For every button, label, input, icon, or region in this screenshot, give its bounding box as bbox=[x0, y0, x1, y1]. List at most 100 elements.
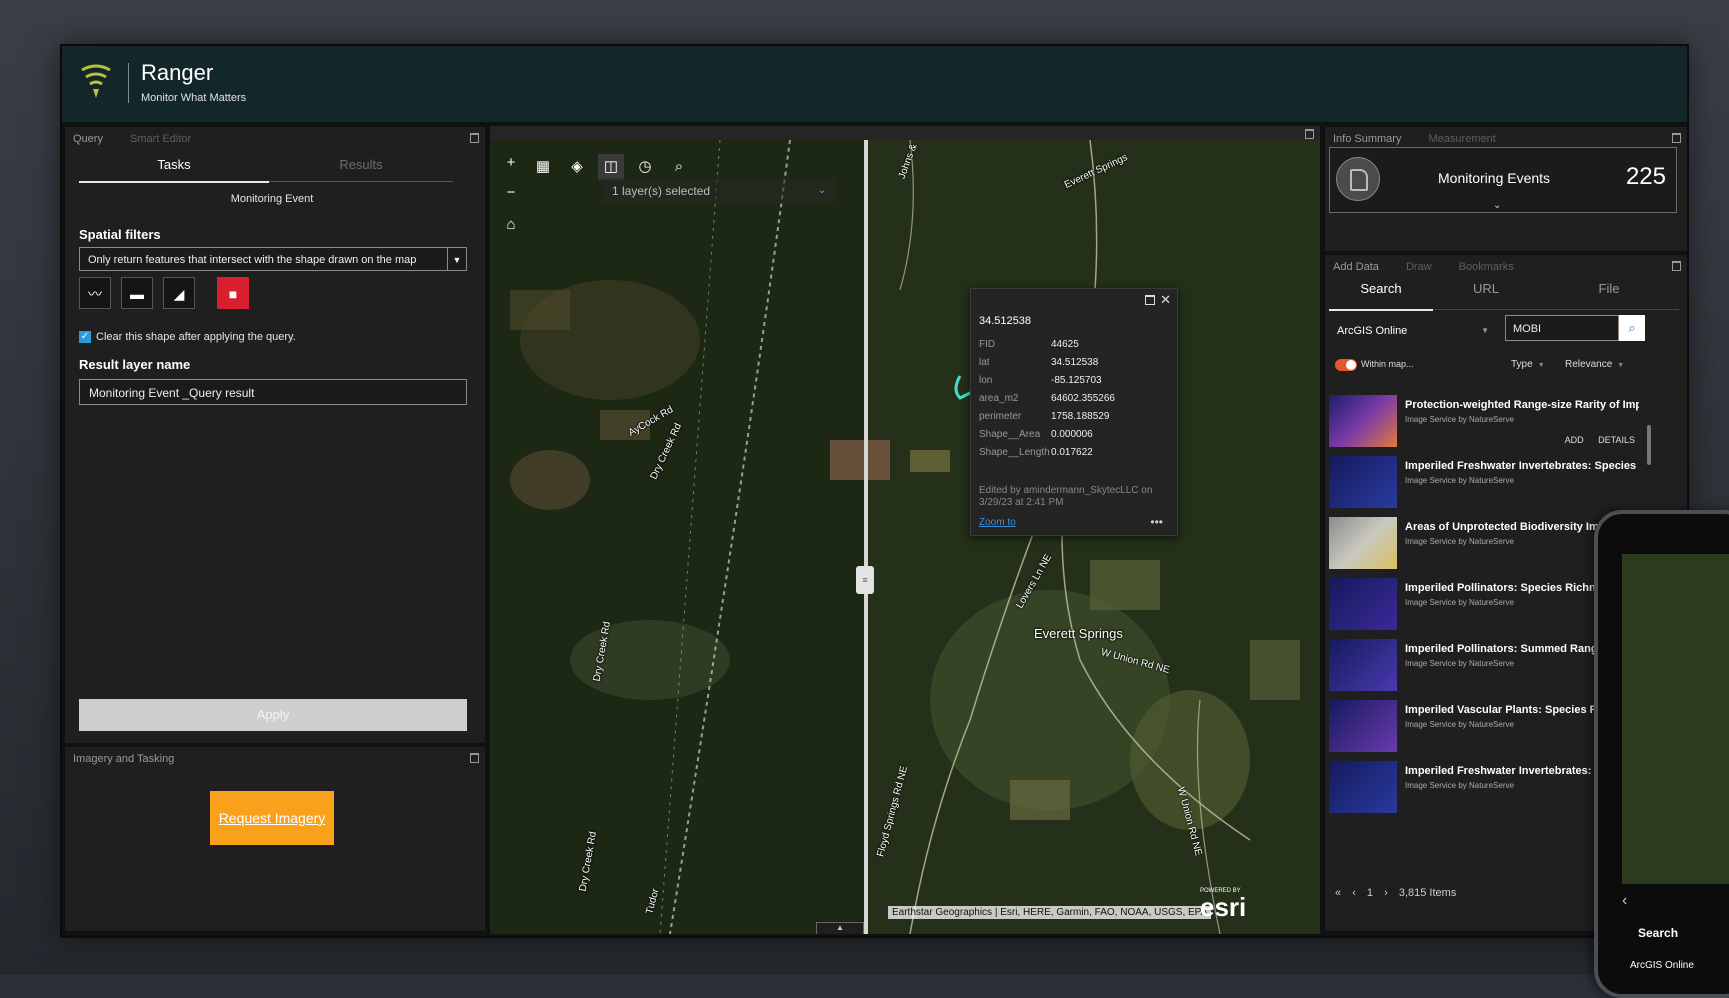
source-value: ArcGIS Online bbox=[1337, 325, 1408, 337]
prev-page-icon[interactable]: ‹ bbox=[1352, 887, 1356, 899]
tab-add-data[interactable]: Add Data bbox=[1333, 261, 1379, 273]
rectangle-icon: ▬ bbox=[130, 286, 144, 302]
next-page-icon[interactable]: › bbox=[1384, 887, 1388, 899]
layer-icon bbox=[1336, 157, 1380, 201]
first-page-icon[interactable]: « bbox=[1335, 887, 1341, 899]
tab-results[interactable]: Results bbox=[269, 157, 453, 182]
result-thumbnail bbox=[1329, 578, 1397, 630]
maximize-icon[interactable] bbox=[470, 753, 479, 763]
type-filter-label: Type bbox=[1511, 359, 1533, 370]
tab-measurement[interactable]: Measurement bbox=[1429, 133, 1496, 145]
search-input[interactable]: MOBI bbox=[1505, 315, 1619, 341]
tab-tasks[interactable]: Tasks bbox=[79, 157, 269, 183]
attribute-key: Shape__Length bbox=[979, 447, 1050, 458]
tab-file[interactable]: File bbox=[1539, 281, 1679, 310]
chevron-up-icon[interactable]: ▲ bbox=[816, 922, 864, 934]
maximize-icon[interactable] bbox=[1672, 133, 1681, 143]
attribute-row: perimeter 1758.188529 bbox=[979, 411, 1115, 429]
time-slider-icon[interactable]: ◷ bbox=[632, 154, 658, 180]
popup-maximize-icon[interactable] bbox=[1145, 295, 1155, 305]
search-icon: ⌕ bbox=[1628, 320, 1636, 335]
result-thumbnail bbox=[1329, 456, 1397, 508]
draw-freehand-polygon-button[interactable]: ◢ bbox=[163, 277, 195, 309]
chevron-down-icon: ⌄ bbox=[817, 185, 826, 196]
maximize-icon[interactable] bbox=[1305, 129, 1314, 139]
data-panel-tabs: Add Data Draw Bookmarks bbox=[1333, 261, 1538, 273]
result-layer-name-input[interactable]: Monitoring Event _Query result bbox=[79, 379, 467, 405]
result-title: Imperiled Freshwater Invertebrates: Spec… bbox=[1405, 460, 1639, 472]
result-subtitle: Image Service by NatureServe bbox=[1405, 598, 1514, 607]
tab-bookmarks[interactable]: Bookmarks bbox=[1459, 261, 1514, 273]
query-panel: Query Smart Editor Tasks Results Monitor… bbox=[64, 126, 486, 744]
draw-rectangle-button[interactable]: ▬ bbox=[121, 277, 153, 309]
imagery-title: Imagery and Tasking bbox=[73, 753, 175, 765]
maximize-icon[interactable] bbox=[1672, 261, 1681, 271]
tab-url[interactable]: URL bbox=[1433, 281, 1539, 310]
close-icon[interactable]: ✕ bbox=[1160, 292, 1171, 308]
layers-icon[interactable]: ◈ bbox=[564, 154, 590, 180]
search-button[interactable]: ⌕ bbox=[1619, 315, 1645, 341]
popup-edit-info: Edited by amindermann_SkytecLLC on 3/29/… bbox=[979, 485, 1153, 508]
info-panel-tabs: Info Summary Measurement bbox=[1333, 133, 1520, 145]
within-map-label: Within map... bbox=[1361, 359, 1414, 369]
clear-shape-option[interactable]: ✓ Clear this shape after applying the que… bbox=[79, 331, 296, 344]
phone-source: ArcGIS Online bbox=[1630, 960, 1694, 971]
zoom-to-link[interactable]: Zoom to bbox=[979, 517, 1016, 528]
search-icon[interactable]: ⌕ bbox=[666, 154, 692, 180]
phone-mockup: ‹ Search ArcGIS Online bbox=[1594, 510, 1729, 998]
within-map-toggle[interactable] bbox=[1335, 359, 1357, 371]
tab-query[interactable]: Query bbox=[73, 133, 103, 145]
results-scrollbar[interactable] bbox=[1647, 425, 1651, 465]
popup-attributes: FID 44625 lat 34.512538 lon -85.125703 area… bbox=[979, 339, 1115, 465]
header-divider bbox=[128, 63, 129, 103]
details-button[interactable]: DETAILS bbox=[1598, 435, 1635, 445]
attribute-value: 0.017622 bbox=[1051, 447, 1093, 458]
more-actions-icon[interactable]: ••• bbox=[1150, 515, 1163, 529]
monitoring-events-card[interactable]: Monitoring Events 225 ⌄ bbox=[1329, 147, 1677, 213]
clear-shape-checkbox[interactable]: ✓ bbox=[79, 331, 91, 344]
result-subtitle: Image Service by NatureServe bbox=[1405, 781, 1514, 790]
type-filter[interactable]: Type ▼ bbox=[1511, 359, 1545, 370]
request-imagery-button[interactable]: Request Imagery bbox=[210, 791, 334, 845]
source-select[interactable]: ArcGIS Online ▼ bbox=[1337, 321, 1489, 341]
draw-polyline-button[interactable]: 〰 bbox=[79, 277, 111, 309]
zoom-in-button[interactable]: + bbox=[498, 150, 524, 176]
tab-info-summary[interactable]: Info Summary bbox=[1333, 133, 1401, 145]
place-label: Everett Springs bbox=[1034, 626, 1123, 641]
delete-shape-button[interactable]: ■ bbox=[217, 277, 249, 309]
attribute-row: Shape__Area 0.000006 bbox=[979, 429, 1115, 447]
swipe-layer-selector[interactable]: 1 layer(s) selected ⌄ bbox=[602, 178, 836, 204]
add-button[interactable]: ADD bbox=[1565, 435, 1584, 445]
result-thumbnail bbox=[1329, 517, 1397, 569]
trash-icon: ■ bbox=[228, 286, 238, 302]
swipe-handle[interactable]: ≡ bbox=[856, 566, 874, 594]
result-thumbnail bbox=[1329, 395, 1397, 447]
attribute-value: 64602.355266 bbox=[1051, 393, 1115, 404]
result-item[interactable]: Protection-weighted Range-size Rarity of… bbox=[1329, 393, 1641, 453]
swipe-icon[interactable]: ◫ bbox=[598, 154, 624, 180]
tab-draw[interactable]: Draw bbox=[1406, 261, 1432, 273]
attribute-row: area_m2 64602.355266 bbox=[979, 393, 1115, 411]
feature-popup: ✕ 34.512538 FID 44625 lat 34.512538 lon -85… bbox=[970, 288, 1178, 536]
spatial-filter-select[interactable]: Only return features that intersect with… bbox=[79, 247, 467, 271]
map-view[interactable]: + − ⌂ ▦ ◈ ◫ ◷ ⌕ 1 layer(s) selected ⌄ Ay… bbox=[490, 126, 1320, 934]
result-thumbnail bbox=[1329, 761, 1397, 813]
tab-smart-editor[interactable]: Smart Editor bbox=[130, 133, 191, 145]
chevron-down-icon[interactable]: ⌄ bbox=[1493, 200, 1501, 211]
home-icon[interactable]: ⌂ bbox=[498, 212, 524, 238]
zoom-out-button[interactable]: − bbox=[498, 180, 524, 206]
current-page: 1 bbox=[1366, 887, 1374, 899]
maximize-icon[interactable] bbox=[470, 133, 479, 143]
swipe-divider[interactable] bbox=[864, 140, 868, 934]
map-attribution: Earthstar Geographics | Esri, HERE, Garm… bbox=[888, 906, 1212, 919]
result-thumbnail bbox=[1329, 700, 1397, 752]
apply-button[interactable]: Apply bbox=[79, 699, 467, 731]
result-item[interactable]: Imperiled Freshwater Invertebrates: Spec… bbox=[1329, 454, 1641, 514]
result-actions: ADD DETAILS bbox=[1553, 435, 1635, 445]
esri-logo: esri bbox=[1200, 892, 1247, 922]
polyline-icon: 〰 bbox=[88, 286, 102, 302]
relevance-sort[interactable]: Relevance ▼ bbox=[1565, 359, 1624, 370]
tab-search[interactable]: Search bbox=[1329, 281, 1433, 311]
app-header: Ranger Monitor What Matters bbox=[62, 46, 1687, 124]
basemap-gallery-icon[interactable]: ▦ bbox=[530, 154, 556, 180]
